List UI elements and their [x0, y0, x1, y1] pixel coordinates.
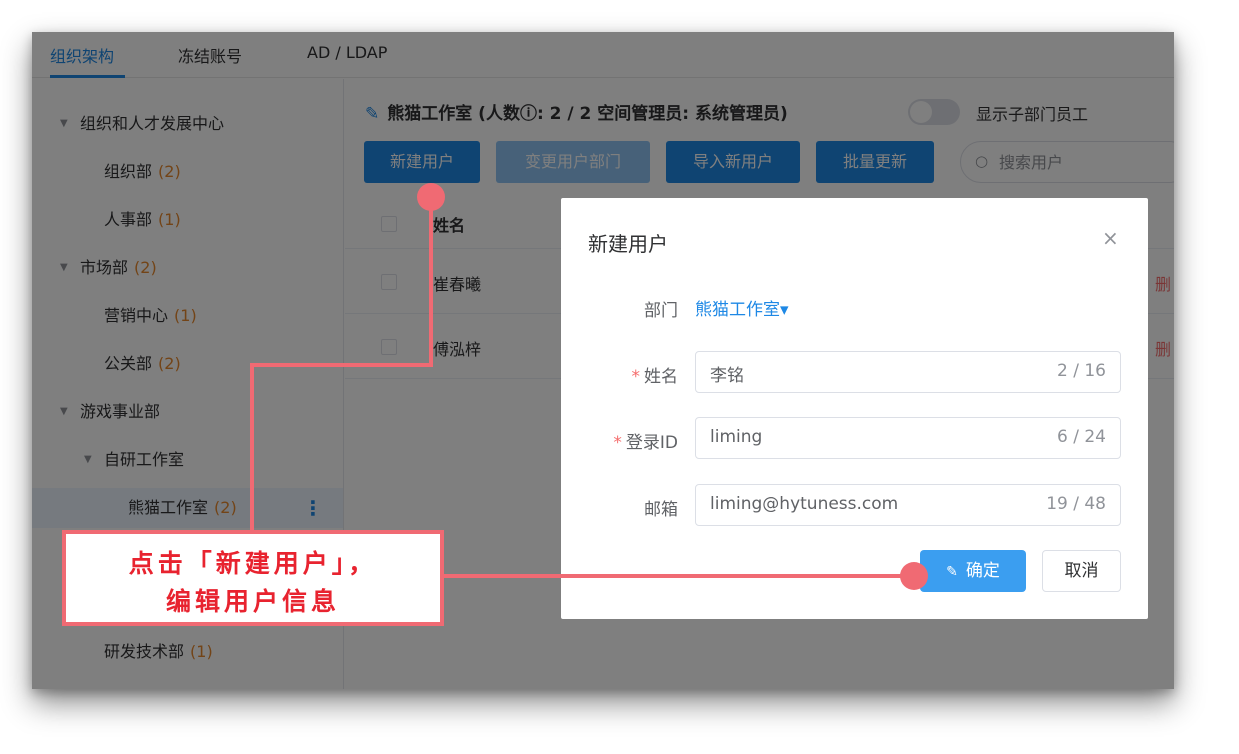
callout-text-line1: 点击「新建用户」，	[128, 549, 378, 578]
stage: 组织架构 冻结账号 AD / LDAP ▼ 组织和人才发展中心 组织部(2) 人…	[0, 0, 1239, 754]
marker-dot	[900, 562, 928, 590]
callout-text-line2: 编辑用户信息	[165, 587, 340, 616]
marker-dot	[417, 183, 445, 211]
connector-line-new-user	[250, 197, 433, 530]
annotation-connectors	[250, 183, 928, 590]
annotation-callout: 点击「新建用户」， 编辑用户信息	[62, 530, 444, 626]
